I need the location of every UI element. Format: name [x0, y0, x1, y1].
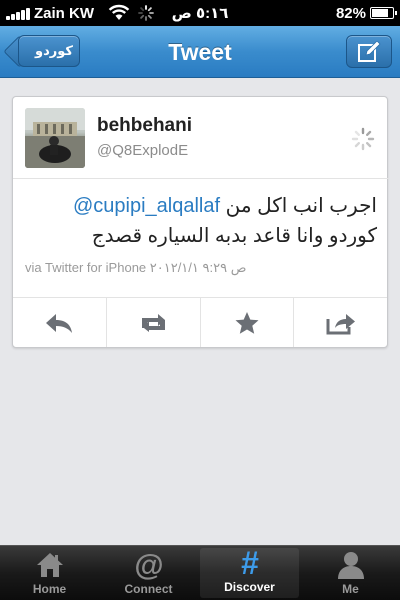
tweet-metadata: via Twitter for iPhone ص ٩:٢٩ ٢٠١٢/١/١	[25, 260, 247, 275]
svg-text:@: @	[134, 550, 163, 580]
tweet-text-line1: اجرب انب اكل من	[225, 195, 377, 217]
tweet-text: اجرب انب اكل من @cupipi_alqallaf كوردو و…	[25, 191, 377, 251]
tweet-text-line2: كوردو وانا قاعد بدبه السياره قصدج	[91, 225, 377, 247]
compose-icon	[358, 40, 381, 62]
tab-me-label: Me	[342, 582, 359, 596]
person-icon	[337, 552, 364, 579]
hash-icon: #	[241, 548, 259, 578]
compose-button[interactable]	[346, 35, 392, 68]
at-icon: @	[134, 550, 163, 580]
back-button[interactable]: كوردو	[18, 35, 80, 67]
favorite-icon	[235, 311, 259, 334]
tab-me[interactable]: Me	[301, 546, 400, 600]
status-time: ٥:١٦ ص	[171, 5, 229, 22]
retweet-button[interactable]	[107, 298, 201, 347]
tab-home-label: Home	[32, 582, 67, 596]
retweet-icon	[142, 313, 166, 332]
author-handle: @Q8ExplodE	[97, 142, 189, 159]
status-bar: Zain KW ٥:١٦ ص 82%	[0, 0, 400, 26]
reply-icon	[46, 313, 73, 333]
favorite-button[interactable]	[201, 298, 295, 347]
tab-connect-label: Connect	[124, 582, 173, 596]
share-icon	[326, 313, 355, 334]
share-button[interactable]	[294, 298, 387, 347]
tab-home[interactable]: Home	[0, 546, 99, 600]
navigation-bar: Tweet كوردو	[0, 26, 400, 78]
tab-discover-label: Discover	[224, 580, 275, 594]
mention-link[interactable]: @cupipi_alqallaf	[73, 195, 220, 217]
reply-button[interactable]	[13, 298, 107, 347]
tweet-actions	[13, 297, 387, 347]
avatar[interactable]	[25, 108, 85, 168]
author-name: behbehani	[97, 115, 193, 136]
loading-spinner-icon	[351, 127, 375, 151]
back-button-label: كوردو	[35, 43, 73, 58]
tweet-author-header[interactable]: behbehani @Q8ExplodE	[13, 97, 389, 179]
battery-icon	[370, 7, 397, 19]
svg-text:#: #	[241, 548, 259, 578]
tab-bar: Home @ Connect # Discover Me	[0, 545, 400, 600]
tweet-card: behbehani @Q8ExplodE اجرب انب اكل من @cu…	[12, 96, 389, 348]
tab-discover[interactable]: # Discover	[200, 548, 299, 598]
battery-percentage: 82%	[335, 5, 366, 22]
home-icon	[36, 553, 63, 577]
tab-connect[interactable]: @ Connect	[99, 546, 198, 600]
